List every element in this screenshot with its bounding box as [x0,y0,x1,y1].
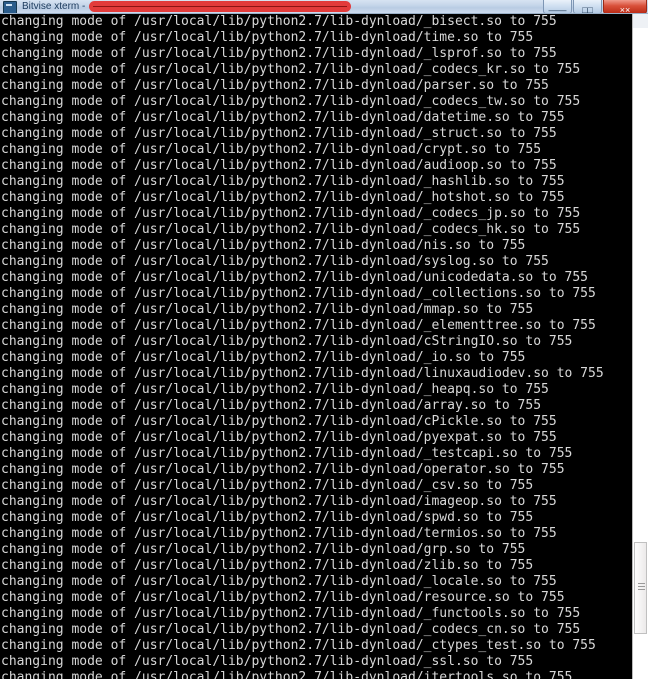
terminal-line: changing mode of /usr/local/lib/python2.… [1,30,534,45]
terminal-line: changing mode of /usr/local/lib/python2.… [1,270,588,285]
terminal-line: changing mode of /usr/local/lib/python2.… [1,126,557,141]
terminal-line: changing mode of /usr/local/lib/python2.… [1,142,542,157]
terminal-line: changing mode of /usr/local/lib/python2.… [1,174,565,189]
terminal-line: changing mode of /usr/local/lib/python2.… [1,158,557,173]
maximize-icon: □ [582,6,593,14]
terminal-line: changing mode of /usr/local/lib/python2.… [1,494,557,509]
terminal-line: changing mode of /usr/local/lib/python2.… [1,350,526,365]
maximize-button[interactable]: □ [573,0,602,14]
bitvise-app-icon [3,0,17,13]
terminal-line: changing mode of /usr/local/lib/python2.… [1,222,581,237]
terminal-line: changing mode of /usr/local/lib/python2.… [1,110,565,125]
terminal-line: changing mode of /usr/local/lib/python2.… [1,622,581,637]
scrollbar-top-cap [633,14,648,28]
close-icon: × [620,6,630,14]
terminal-line: changing mode of /usr/local/lib/python2.… [1,398,542,413]
scrollbar-grip-icon [638,583,645,584]
terminal-line: changing mode of /usr/local/lib/python2.… [1,46,557,61]
terminal-line: changing mode of /usr/local/lib/python2.… [1,334,573,349]
terminal-line: changing mode of /usr/local/lib/python2.… [1,366,604,381]
terminal-line: changing mode of /usr/local/lib/python2.… [1,206,581,221]
terminal-line: changing mode of /usr/local/lib/python2.… [1,670,573,679]
terminal-line: changing mode of /usr/local/lib/python2.… [1,254,549,269]
window-title-redaction [89,1,352,12]
terminal-line: changing mode of /usr/local/lib/python2.… [1,62,581,77]
terminal-window: Bitvise xterm - — □ × changing mode of /… [0,0,648,679]
terminal-line: changing mode of /usr/local/lib/python2.… [1,638,596,653]
terminal-line: changing mode of /usr/local/lib/python2.… [1,302,534,317]
window-controls: — □ × [542,0,647,13]
terminal-line: changing mode of /usr/local/lib/python2.… [1,190,565,205]
scrollbar-thumb[interactable] [634,542,647,634]
terminal-line: changing mode of /usr/local/lib/python2.… [1,462,565,477]
minimize-button[interactable]: — [543,0,572,14]
window-titlebar[interactable]: Bitvise xterm - — □ × [0,0,648,14]
terminal-line: changing mode of /usr/local/lib/python2.… [1,446,573,461]
terminal-line-list: changing mode of /usr/local/lib/python2.… [1,14,632,679]
terminal-line: changing mode of /usr/local/lib/python2.… [1,478,534,493]
terminal-line: changing mode of /usr/local/lib/python2.… [1,430,557,445]
terminal-line: changing mode of /usr/local/lib/python2.… [1,574,557,589]
terminal-line: changing mode of /usr/local/lib/python2.… [1,238,526,253]
close-button[interactable]: × [603,0,647,14]
terminal-line: changing mode of /usr/local/lib/python2.… [1,654,534,669]
terminal-line: changing mode of /usr/local/lib/python2.… [1,542,526,557]
terminal-line: changing mode of /usr/local/lib/python2.… [1,606,581,621]
terminal-line: changing mode of /usr/local/lib/python2.… [1,510,534,525]
terminal-line: changing mode of /usr/local/lib/python2.… [1,526,557,541]
terminal-line: changing mode of /usr/local/lib/python2.… [1,318,596,333]
terminal-scrollbar[interactable] [632,14,648,679]
terminal-line: changing mode of /usr/local/lib/python2.… [1,286,596,301]
terminal-line: changing mode of /usr/local/lib/python2.… [1,590,565,605]
terminal-line: changing mode of /usr/local/lib/python2.… [1,382,549,397]
terminal-line: changing mode of /usr/local/lib/python2.… [1,78,549,93]
terminal-line: changing mode of /usr/local/lib/python2.… [1,558,534,573]
window-title: Bitvise xterm - [22,1,86,12]
terminal-line: changing mode of /usr/local/lib/python2.… [1,414,557,429]
minimize-icon: — [549,6,567,14]
terminal-line: changing mode of /usr/local/lib/python2.… [1,14,557,29]
terminal-line: changing mode of /usr/local/lib/python2.… [1,94,581,109]
terminal-output-area[interactable]: changing mode of /usr/local/lib/python2.… [0,14,632,679]
